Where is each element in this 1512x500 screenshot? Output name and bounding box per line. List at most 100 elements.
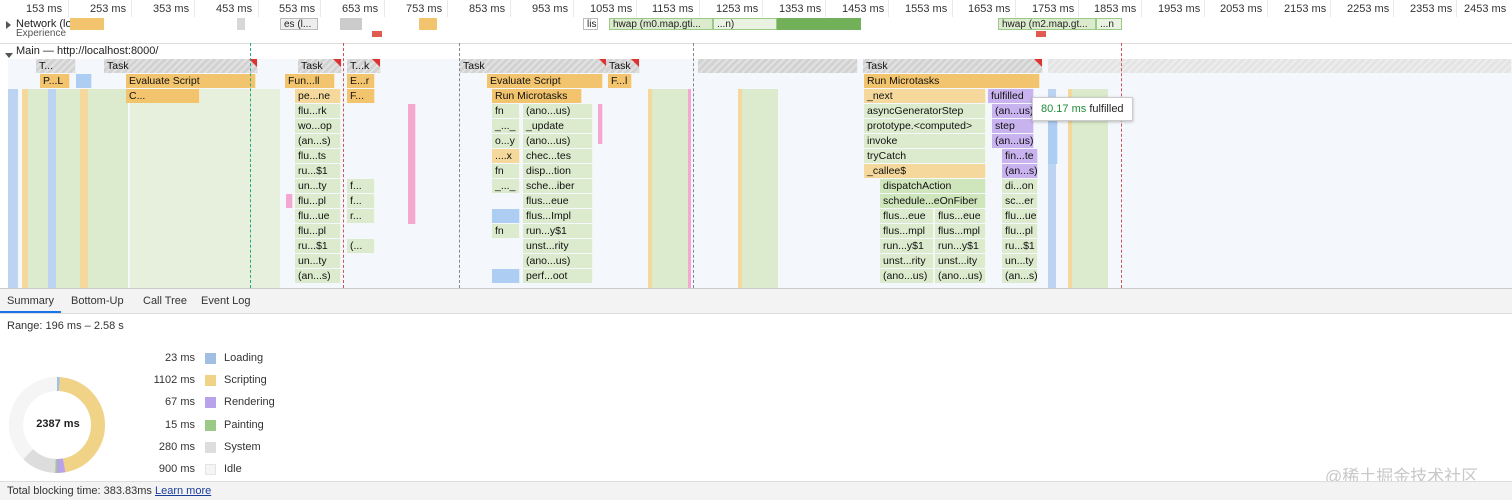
call-frame[interactable]: flu...pl <box>295 194 341 208</box>
call-frame[interactable]: ru...$1 <box>295 239 341 253</box>
time-ruler[interactable]: 153 ms 253 ms 353 ms 453 ms 553 ms 653 m… <box>0 0 1512 18</box>
task-block[interactable] <box>1048 59 1512 73</box>
call-frame[interactable]: (ano...us) <box>523 254 593 268</box>
evaluate-script-block[interactable]: Evaluate Script <box>126 74 256 88</box>
call-frame[interactable]: f... <box>347 194 375 208</box>
call-frame[interactable]: unst...ity <box>935 254 986 268</box>
call-frame[interactable]: invoke <box>864 134 986 148</box>
function-block[interactable]: pe...ne <box>295 89 341 103</box>
network-request-bar[interactable] <box>419 18 437 30</box>
call-frame[interactable]: tryCatch <box>864 149 986 163</box>
task-block[interactable]: Task <box>298 59 342 73</box>
call-frame[interactable]: flu...ts <box>295 149 341 163</box>
function-call-block[interactable]: F...l <box>608 74 632 88</box>
network-request-bar[interactable] <box>70 18 104 30</box>
call-frame[interactable]: flus...Impl <box>523 209 593 223</box>
call-frame[interactable]: wo...op <box>295 119 341 133</box>
call-frame[interactable]: (ano...us) <box>523 104 593 118</box>
call-frame[interactable]: asyncGeneratorStep <box>864 104 986 118</box>
tab-event-log[interactable]: Event Log <box>194 289 258 313</box>
call-frame[interactable]: (an...us) <box>992 104 1034 118</box>
call-frame[interactable]: ru...$1 <box>1002 239 1038 253</box>
network-request-bar[interactable] <box>372 31 382 37</box>
call-frame[interactable]: dispatchAction <box>880 179 986 193</box>
call-frame[interactable]: perf...oot <box>523 269 593 283</box>
call-frame[interactable]: f... <box>347 179 375 193</box>
call-frame[interactable]: run...y$1 <box>880 239 934 253</box>
call-frame[interactable]: step <box>992 119 1034 133</box>
network-request-bar[interactable]: ...n <box>1096 18 1122 30</box>
network-request-bar[interactable]: hwap (m2.map.gt... <box>998 18 1096 30</box>
call-frame[interactable]: (an...s) <box>1002 164 1038 178</box>
fulfilled-block[interactable]: fulfilled <box>988 89 1034 103</box>
call-frame[interactable]: o...y <box>492 134 520 148</box>
call-frame[interactable]: flus...mpl <box>935 224 986 238</box>
call-frame[interactable]: run...y$1 <box>935 239 986 253</box>
call-frame[interactable]: sc...er <box>1002 194 1038 208</box>
call-frame[interactable]: flu...rk <box>295 104 341 118</box>
render-sliver[interactable] <box>408 104 416 224</box>
network-request-bar[interactable]: hwap (m0.map.gti... <box>609 18 713 30</box>
call-frame[interactable]: _callee$ <box>864 164 986 178</box>
call-frame[interactable]: flu...ue <box>295 209 341 223</box>
call-frame[interactable]: flu...pl <box>295 224 341 238</box>
call-frame[interactable]: flus...eue <box>523 194 593 208</box>
call-frame[interactable]: (ano...us) <box>523 134 593 148</box>
call-frame[interactable]: _update <box>523 119 593 133</box>
network-request-bar[interactable]: es (l... <box>280 18 318 30</box>
function-block[interactable]: F... <box>347 89 375 103</box>
tab-summary[interactable]: Summary <box>0 289 62 313</box>
call-frame[interactable]: ....x <box>492 149 520 163</box>
network-request-bar[interactable] <box>237 18 245 30</box>
call-frame[interactable]: _..._ <box>492 179 520 193</box>
call-frame[interactable] <box>492 209 520 223</box>
call-frame[interactable]: chec...tes <box>523 149 593 163</box>
next-block[interactable]: _next <box>864 89 986 103</box>
call-frame[interactable]: (an...s) <box>295 134 341 148</box>
call-frame[interactable]: (ano...us) <box>935 269 986 283</box>
task-block[interactable]: Task <box>460 59 608 73</box>
tab-call-tree[interactable]: Call Tree <box>136 289 194 313</box>
render-sliver[interactable] <box>598 104 603 144</box>
call-frame[interactable]: ru...$1 <box>295 164 341 178</box>
run-microtasks-block[interactable]: Run Microtasks <box>492 89 582 103</box>
call-frame[interactable] <box>492 269 520 283</box>
script-block[interactable]: P...L <box>40 74 70 88</box>
call-frame[interactable]: un...ty <box>1002 254 1038 268</box>
network-track[interactable]: Network (loc Experience es (l... lis hwa… <box>0 17 1512 43</box>
expand-triangle-icon[interactable] <box>6 20 11 32</box>
call-frame[interactable]: (an...us) <box>992 134 1034 148</box>
network-request-bar[interactable] <box>777 18 861 30</box>
learn-more-link[interactable]: Learn more <box>155 485 211 497</box>
call-frame[interactable]: un...ty <box>295 179 341 193</box>
call-frame[interactable]: fn <box>492 224 520 238</box>
call-frame[interactable]: (an...s) <box>1002 269 1038 283</box>
call-frame[interactable]: fn <box>492 164 520 178</box>
call-frame[interactable]: flus...mpl <box>880 224 934 238</box>
call-frame[interactable]: fin...te <box>1002 149 1038 163</box>
call-frame[interactable]: prototype.<computed> <box>864 119 986 133</box>
call-frame[interactable]: unst...rity <box>880 254 934 268</box>
call-frame[interactable]: di...on <box>1002 179 1038 193</box>
call-frame[interactable]: (... <box>347 239 375 253</box>
network-request-bar[interactable] <box>340 18 362 30</box>
call-frame[interactable]: r... <box>347 209 375 223</box>
call-block[interactable]: C... <box>126 89 200 103</box>
flame-chart[interactable]: T... Task Task T...k Task Task Task P...… <box>8 59 1512 288</box>
call-frame[interactable]: disp...tion <box>523 164 593 178</box>
evaluate-script-block[interactable]: Evaluate Script <box>487 74 603 88</box>
call-frame[interactable]: (ano...us) <box>880 269 934 283</box>
call-frame[interactable]: sche...iber <box>523 179 593 193</box>
function-call-block[interactable]: Fun...ll <box>285 74 335 88</box>
call-frame[interactable]: flus...eue <box>880 209 934 223</box>
call-frame[interactable]: schedule...eOnFiber <box>880 194 986 208</box>
main-track-header[interactable]: Main — http://localhost:8000/ <box>0 43 1512 60</box>
task-block[interactable]: T... <box>36 59 76 73</box>
call-frame[interactable]: unst...rity <box>523 239 593 253</box>
call-frame[interactable]: flus...eue <box>935 209 986 223</box>
call-frame[interactable]: run...y$1 <box>523 224 593 238</box>
task-block[interactable]: Task <box>104 59 258 73</box>
network-request-bar[interactable]: lis <box>583 18 598 30</box>
call-frame[interactable]: fn <box>492 104 520 118</box>
script-block[interactable] <box>76 74 92 88</box>
